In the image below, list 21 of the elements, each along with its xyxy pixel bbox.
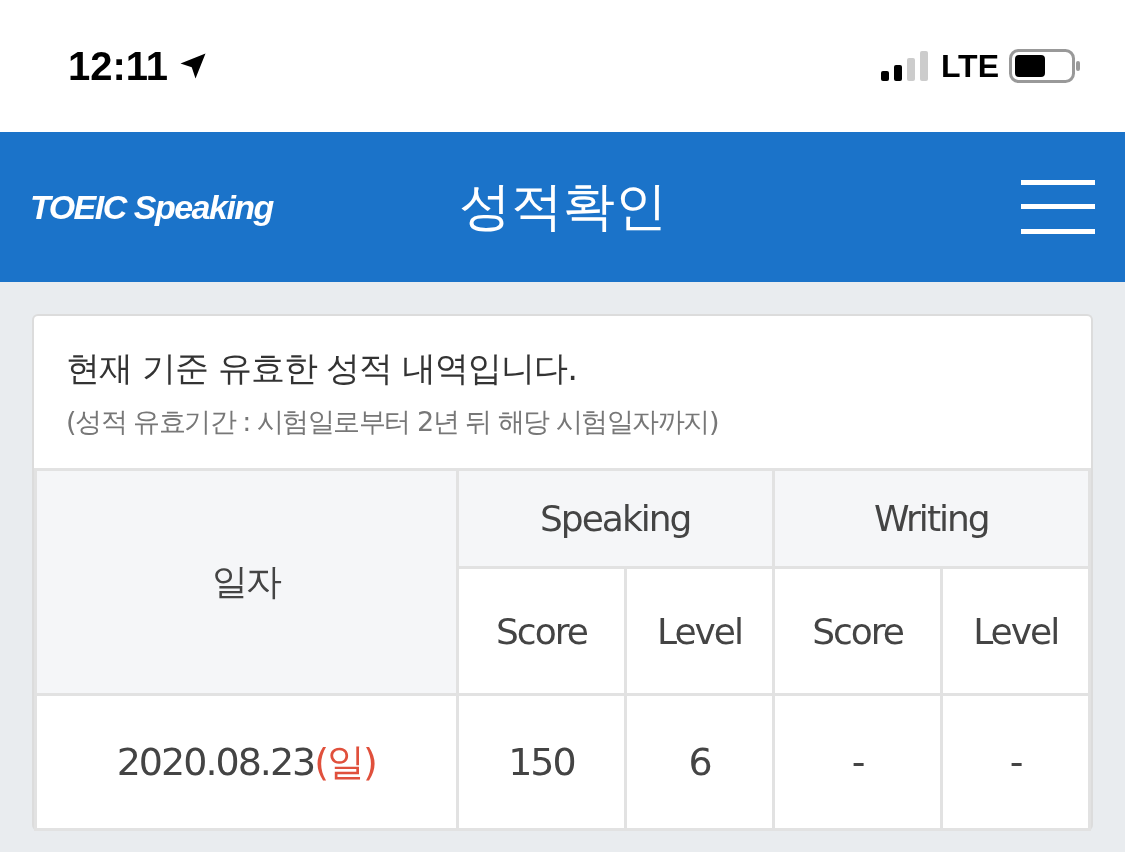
column-header: Score (457, 567, 626, 695)
column-group-header: Speaking (457, 469, 774, 568)
table-cell: 150 (457, 694, 626, 830)
network-label: LTE (940, 47, 999, 85)
column-header: 일자 (35, 469, 458, 695)
logo[interactable]: TOEIC Speaking (30, 187, 273, 227)
column-header: Score (773, 567, 942, 695)
table-cell: - (773, 694, 942, 830)
date-cell: 2020.08.23(일) (35, 694, 458, 830)
battery-icon (1009, 49, 1081, 83)
notice-title: 현재 기준 유효한 성적 내역입니다. (66, 347, 579, 390)
column-header: Level (625, 567, 774, 695)
column-header: Level (941, 567, 1090, 695)
page-title: 성적확인 (458, 175, 667, 238)
clock-time: 12:11 (68, 43, 169, 89)
menu-icon[interactable] (1021, 180, 1095, 234)
table-cell: 6 (625, 694, 774, 830)
table-cell: - (941, 694, 1090, 830)
signal-icon (880, 51, 931, 81)
column-group-header: Writing (773, 469, 1090, 568)
notice-subtitle: (성적 유효기간 : 시험일로부터 2년 뒤 해당 시험일자까지) (66, 405, 719, 439)
